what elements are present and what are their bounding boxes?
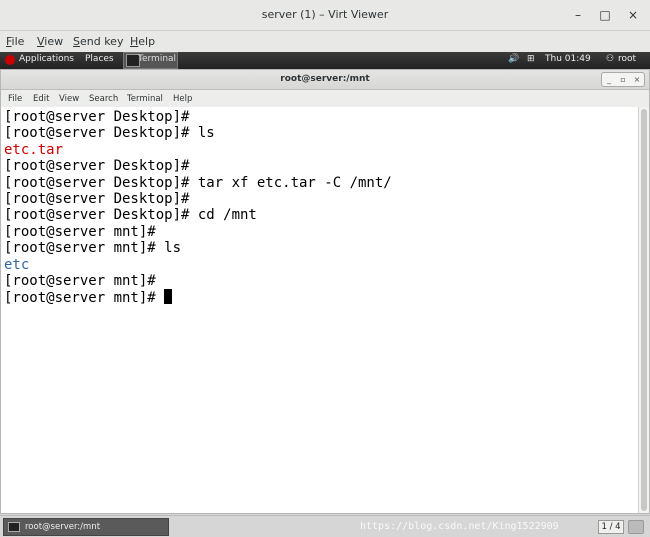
terminal-cursor	[164, 289, 173, 305]
terminal-line-text: [root@server Desktop]#	[4, 158, 190, 175]
terminal-line-text: [root@server Desktop]# tar xf etc.tar -C…	[4, 174, 392, 191]
network-icon[interactable]: ⊞	[527, 54, 535, 64]
terminal-window: root@server:/mnt _ ▫ × File Edit View Se…	[0, 69, 650, 514]
applications-menu[interactable]: Applications	[19, 54, 74, 64]
taskbar-terminal-button[interactable]: root@server:/mnt	[3, 518, 169, 536]
minimize-button[interactable]: –	[570, 7, 586, 23]
terminal-line-text: [root@server mnt]#	[4, 290, 165, 307]
terminal-menu-help[interactable]: Help	[173, 94, 192, 104]
viewer-menubar: File View Send key Help	[0, 31, 650, 52]
terminal-scrollbar[interactable]	[638, 107, 649, 513]
terminal-minimize-button[interactable]: _	[602, 74, 616, 86]
terminal-line: [root@server mnt]# ls	[4, 240, 638, 256]
terminal-line: [root@server mnt]#	[4, 273, 638, 289]
terminal-line-text: [root@server Desktop]#	[4, 190, 190, 207]
terminal-launcher-label: Terminal	[138, 54, 177, 64]
viewer-title: server (1) – Virt Viewer	[261, 8, 389, 21]
gnome-bottom-panel: root@server:/mnt https://blog.csdn.net/K…	[0, 515, 650, 537]
terminal-close-button[interactable]: ×	[630, 74, 644, 86]
workspace-pager[interactable]: 1 / 4	[598, 520, 624, 534]
close-button[interactable]: ×	[625, 7, 641, 23]
terminal-line-text: [root@server Desktop]# ls	[4, 125, 215, 142]
user-menu[interactable]: root	[618, 54, 636, 64]
viewer-titlebar: server (1) – Virt Viewer – □ ×	[0, 0, 650, 31]
terminal-menu-search[interactable]: Search	[89, 94, 118, 104]
notification-icon[interactable]	[628, 520, 644, 534]
terminal-line: [root@server Desktop]# ls	[4, 125, 638, 141]
terminal-line-text: [root@server Desktop]# cd /mnt	[4, 207, 257, 224]
redhat-logo-icon	[5, 55, 15, 65]
terminal-line: [root@server Desktop]#	[4, 191, 638, 207]
terminal-menu-terminal[interactable]: Terminal	[127, 94, 163, 104]
clock[interactable]: Thu 01:49	[545, 54, 591, 64]
terminal-window-controls: _ ▫ ×	[601, 72, 645, 87]
watermark: https://blog.csdn.net/King1522909	[360, 521, 559, 532]
terminal-menu-edit[interactable]: Edit	[33, 94, 49, 104]
terminal-output[interactable]: [root@server Desktop]# [root@server Deskt…	[1, 107, 638, 513]
menu-help[interactable]: Help	[130, 35, 155, 48]
terminal-line-text: etc.tar	[4, 141, 64, 158]
terminal-line: [root@server Desktop]# cd /mnt	[4, 207, 638, 223]
terminal-line-text: etc	[4, 256, 30, 273]
gnome-top-panel: Applications Places Terminal 🔊 ⊞ Thu 01:…	[0, 52, 650, 69]
menu-send-key[interactable]: Send key	[73, 35, 123, 48]
volume-icon[interactable]: 🔊	[508, 54, 519, 64]
places-menu[interactable]: Places	[85, 54, 114, 64]
menu-file[interactable]: File	[6, 35, 24, 48]
user-icon: ⚇	[606, 54, 615, 64]
terminal-line: [root@server Desktop]#	[4, 158, 638, 174]
scrollbar-thumb[interactable]	[641, 109, 647, 511]
terminal-line-text: [root@server mnt]#	[4, 223, 156, 240]
terminal-line: [root@server Desktop]# tar xf etc.tar -C…	[4, 175, 638, 191]
maximize-button[interactable]: □	[597, 7, 613, 23]
terminal-title: root@server:/mnt	[280, 74, 370, 84]
terminal-line: etc	[4, 257, 638, 273]
terminal-line: [root@server mnt]#	[4, 224, 638, 240]
terminal-line: [root@server mnt]#	[4, 289, 638, 307]
terminal-maximize-button[interactable]: ▫	[616, 74, 630, 86]
terminal-line-text: [root@server mnt]#	[4, 272, 156, 289]
menu-view[interactable]: View	[37, 35, 63, 48]
terminal-menu-view[interactable]: View	[59, 94, 79, 104]
taskbar-terminal-label: root@server:/mnt	[25, 522, 101, 532]
terminal-titlebar[interactable]: root@server:/mnt _ ▫ ×	[1, 70, 649, 90]
terminal-line-text: [root@server mnt]# ls	[4, 240, 182, 257]
terminal-line: etc.tar	[4, 142, 638, 158]
guest-display[interactable]: Applications Places Terminal 🔊 ⊞ Thu 01:…	[0, 52, 650, 537]
terminal-menubar: File Edit View Search Terminal Help	[1, 90, 649, 107]
terminal-task-icon	[8, 522, 20, 532]
terminal-line: [root@server Desktop]#	[4, 109, 638, 125]
terminal-line-text: [root@server Desktop]#	[4, 109, 190, 125]
terminal-menu-file[interactable]: File	[8, 94, 22, 104]
terminal-launcher[interactable]: Terminal	[123, 52, 178, 69]
